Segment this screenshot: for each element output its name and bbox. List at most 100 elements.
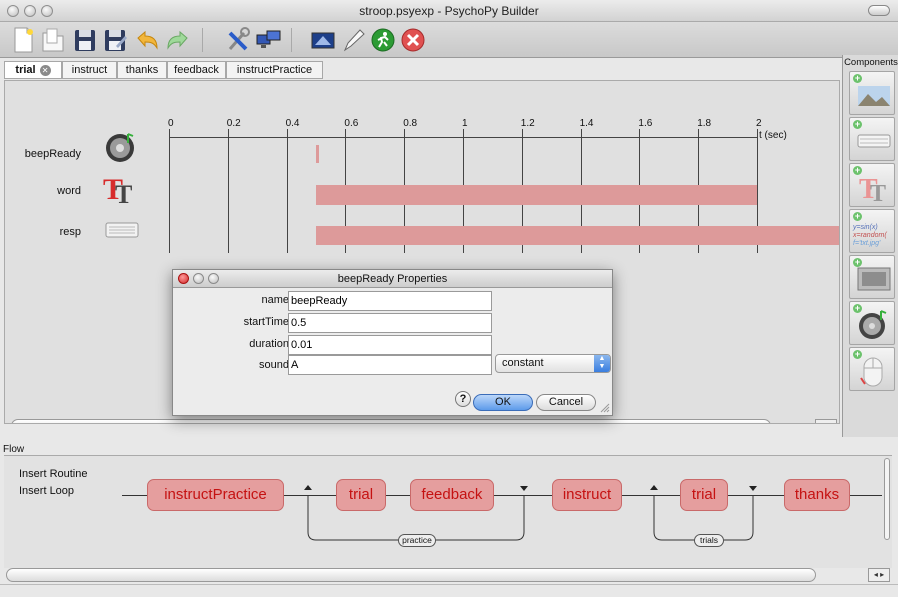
timeline-tick-label: 0.8: [403, 118, 418, 129]
preferences-button[interactable]: [225, 26, 251, 54]
loop-label-practice[interactable]: practice: [398, 534, 436, 547]
tab-label: trial: [15, 64, 36, 76]
save-as-icon: [105, 30, 127, 51]
add-text-button[interactable]: + TT: [849, 163, 895, 207]
redo-button[interactable]: [165, 26, 191, 54]
component-bar-beepReady[interactable]: [316, 145, 319, 163]
monitor-center-button[interactable]: [255, 26, 281, 54]
add-keyboard-button[interactable]: +: [849, 117, 895, 161]
components-panel: Components + + + TT + y=sin(x) x=random(…: [842, 55, 898, 437]
name-field[interactable]: [288, 291, 492, 311]
run-button[interactable]: [370, 26, 396, 54]
timeline-scroll-arrows[interactable]: ◂ ▸: [815, 419, 837, 423]
timeline-tick-label: 0.2: [226, 118, 241, 129]
settings-screen-icon: [311, 32, 335, 49]
component-bar-resp[interactable]: [316, 226, 839, 245]
open-folder-icon: [42, 28, 64, 52]
flow-scroll-arrows[interactable]: ◂ ▸: [868, 568, 890, 582]
duration-label: duration: [249, 338, 289, 350]
timeline-gridline: [286, 129, 288, 253]
new-file-icon: [14, 27, 33, 53]
timeline-tick-label: 1.8: [697, 118, 712, 129]
add-mouse-button[interactable]: +: [849, 347, 895, 391]
tab-instructPractice[interactable]: instructPractice: [226, 61, 323, 79]
pen-icon: [343, 29, 365, 52]
redo-icon: [167, 30, 188, 50]
timeline-tick-label: 2: [756, 118, 762, 129]
dialog-title: beepReady Properties: [337, 273, 448, 285]
component-bar-word[interactable]: [316, 185, 757, 205]
components-title: Components: [844, 57, 898, 68]
flow-routine-instructPractice[interactable]: instructPractice: [147, 479, 284, 511]
flow-routine-feedback[interactable]: feedback: [410, 479, 494, 511]
tools-icon: [228, 27, 250, 51]
open-file-button[interactable]: [40, 26, 66, 54]
timeline-unit-label: t (sec): [759, 130, 787, 141]
flow-routine-trial-2[interactable]: trial: [680, 479, 728, 511]
resize-grip-icon[interactable]: [600, 403, 610, 413]
status-bar: [0, 584, 898, 597]
plus-icon: +: [853, 119, 862, 129]
sound-icon[interactable]: [103, 130, 137, 164]
row-label-resp: resp: [59, 226, 81, 238]
stop-icon: [401, 28, 425, 52]
flow-routine-instruct[interactable]: instruct: [552, 479, 622, 511]
timeline-tick-label: 1: [462, 118, 468, 129]
sound-field[interactable]: [288, 355, 492, 375]
compile-script-button[interactable]: [340, 26, 366, 54]
timeline-tick-label: 1.4: [579, 118, 594, 129]
loop-lines: [304, 485, 757, 541]
sound-update-select[interactable]: constant ▲ ▼: [495, 354, 611, 373]
add-sound-button[interactable]: +: [849, 301, 895, 345]
start-time-field[interactable]: [288, 313, 492, 333]
flow-routine-thanks[interactable]: thanks: [784, 479, 850, 511]
flow-horizontal-scrollbar[interactable]: [6, 568, 816, 582]
timeline-tick-label: 0: [168, 118, 174, 129]
builder-window: stroop.psyexp - PsychoPy Builder trial ✕…: [0, 0, 898, 597]
tab-label: instruct: [71, 64, 108, 76]
text-icon[interactable]: TT: [101, 171, 141, 209]
cancel-button[interactable]: Cancel: [536, 394, 596, 411]
help-button[interactable]: ?: [455, 391, 471, 407]
tab-label: thanks: [125, 64, 159, 76]
toolbar-separator: [291, 28, 292, 52]
select-arrows-icon: ▲ ▼: [594, 355, 610, 372]
undo-button[interactable]: [134, 26, 160, 54]
stop-button[interactable]: [400, 26, 426, 54]
tab-instruct[interactable]: instruct: [62, 61, 117, 79]
floppy-disk-icon: [75, 30, 95, 51]
tab-trial[interactable]: trial ✕: [4, 61, 62, 79]
code-line: f='txt.jpg': [853, 240, 881, 247]
plus-icon: +: [853, 257, 862, 267]
tab-thanks[interactable]: thanks: [117, 61, 167, 79]
flow-routine-trial[interactable]: trial: [336, 479, 386, 511]
sound-label: sound: [259, 359, 289, 371]
add-movie-button[interactable]: +: [849, 255, 895, 299]
save-button[interactable]: [72, 26, 98, 54]
toolbar-toggle-button[interactable]: [868, 5, 890, 16]
timeline-tick-label: 0.4: [285, 118, 300, 129]
experiment-settings-button[interactable]: [310, 26, 336, 54]
add-image-button[interactable]: +: [849, 71, 895, 115]
plus-icon: +: [853, 165, 862, 175]
close-tab-icon[interactable]: ✕: [39, 64, 51, 76]
svg-text:T: T: [870, 181, 886, 207]
flow-vertical-scrollbar[interactable]: [884, 458, 890, 540]
tab-feedback[interactable]: feedback: [167, 61, 226, 79]
ok-button[interactable]: OK: [473, 394, 533, 411]
save-as-button[interactable]: [102, 26, 128, 54]
keyboard-icon[interactable]: [105, 220, 139, 240]
title-bar: stroop.psyexp - PsychoPy Builder: [0, 0, 898, 22]
plus-icon: +: [853, 303, 862, 313]
duration-field[interactable]: [288, 335, 492, 355]
svg-text:T: T: [115, 180, 132, 207]
loop-label-trials[interactable]: trials: [694, 534, 724, 547]
new-file-button[interactable]: [10, 26, 36, 54]
timeline-tick-label: 1.6: [638, 118, 653, 129]
row-label-beepReady: beepReady: [24, 148, 81, 160]
window-title: stroop.psyexp - PsychoPy Builder: [359, 4, 539, 18]
properties-dialog: beepReady Properties name startTime dura…: [172, 269, 613, 416]
add-code-button[interactable]: + y=sin(x) x=random( f='txt.jpg': [849, 209, 895, 253]
timeline-horizontal-scrollbar[interactable]: [11, 419, 771, 423]
tab-label: instructPractice: [236, 64, 313, 76]
